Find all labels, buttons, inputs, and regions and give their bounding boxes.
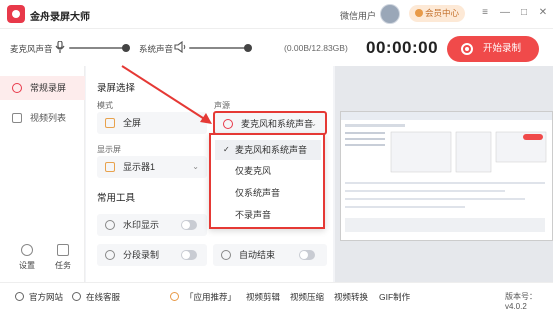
footer-link-video-edit[interactable]: 视频剪辑 <box>246 291 280 303</box>
dropdown-option-mic-only[interactable]: 仅麦克风 <box>215 161 321 181</box>
app-window: 金舟录屏大师 微信用户 会员中心 ≡ — □ ✕ 麦克风声音 系统声音 (0.0… <box>0 0 553 311</box>
version-label: 版本号：v4.0.2 <box>505 292 537 311</box>
dropdown-option-label: 仅麦克风 <box>235 166 272 176</box>
recommend-icon <box>170 292 179 301</box>
app-recommend-link[interactable]: 「应用推荐」 <box>185 291 236 303</box>
footer-link-video-compress[interactable]: 视频压缩 <box>290 291 324 303</box>
website-icon <box>15 292 24 301</box>
dropdown-option-label: 不录声音 <box>235 210 272 220</box>
audio-source-dropdown: ✓ 麦克风和系统声音 仅麦克风 仅系统声音 不录声音 <box>209 133 325 229</box>
support-icon <box>72 292 81 301</box>
footer-link-video-convert[interactable]: 视频转换 <box>334 291 368 303</box>
footer: 官方网站 在线客服 「应用推荐」 视频剪辑 视频压缩 视频转换 GIF制作 版本… <box>0 282 553 311</box>
website-link[interactable]: 官方网站 <box>29 291 63 303</box>
check-icon: ✓ <box>223 145 230 154</box>
support-link[interactable]: 在线客服 <box>86 291 120 303</box>
dropdown-option-label: 麦克风和系统声音 <box>235 145 308 155</box>
dropdown-option-system-only[interactable]: 仅系统声音 <box>215 183 321 203</box>
dropdown-option-mic-and-system[interactable]: ✓ 麦克风和系统声音 <box>215 140 321 160</box>
footer-link-gif[interactable]: GIF制作 <box>379 291 410 303</box>
dropdown-option-label: 仅系统声音 <box>235 188 281 198</box>
dropdown-option-no-audio[interactable]: 不录声音 <box>215 205 321 225</box>
